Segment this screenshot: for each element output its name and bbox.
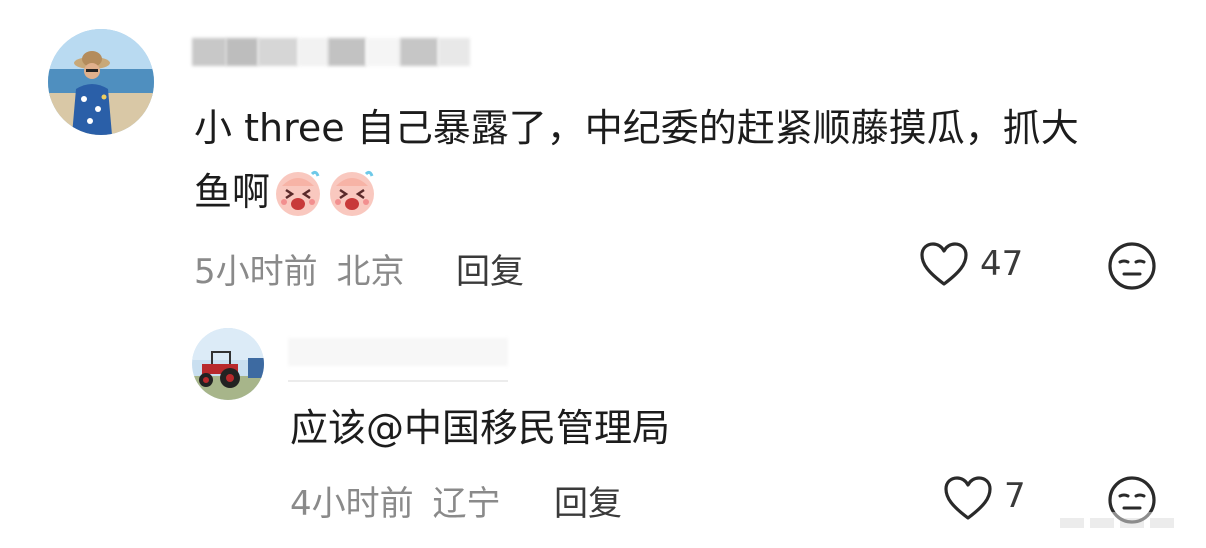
comment-time: 5小时前 — [194, 252, 318, 292]
heart-icon[interactable] — [918, 240, 970, 294]
comment-text-line-2: 鱼啊 — [194, 162, 378, 222]
laughing-face-emoji-icon — [272, 166, 324, 218]
avatar-tractor-image — [192, 328, 264, 400]
comment-location: 北京 — [336, 252, 405, 292]
heart-icon[interactable] — [942, 474, 994, 528]
laughing-face-emoji-icon — [326, 166, 378, 218]
reply-button[interactable]: 回复 — [456, 244, 524, 293]
username-blurred[interactable] — [288, 338, 508, 366]
watermark-overlay — [1050, 502, 1200, 542]
reply-button[interactable]: 回复 — [554, 476, 622, 525]
comment-meta: 5小时前 北京 — [194, 244, 404, 293]
comment-time: 4小时前 — [290, 484, 414, 524]
neutral-face-icon[interactable] — [1106, 240, 1158, 296]
comment-text-line-1: 小 three 自己暴露了，中纪委的赶紧顺藤摸瓜，抓大 — [194, 106, 1079, 150]
username-blurred[interactable] — [192, 38, 470, 66]
like-count: 47 — [980, 244, 1024, 284]
user-avatar[interactable] — [192, 328, 264, 400]
username-underline — [288, 380, 508, 382]
comment-text-line-2-text: 鱼啊 — [194, 170, 271, 214]
user-avatar[interactable] — [48, 29, 154, 135]
comment-location: 辽宁 — [432, 484, 501, 524]
avatar-beach-image — [48, 29, 154, 135]
like-count: 7 — [1004, 476, 1026, 516]
reply-comment-text: 应该@中国移民管理局 — [290, 406, 671, 450]
comment-meta: 4小时前 辽宁 — [290, 476, 500, 525]
